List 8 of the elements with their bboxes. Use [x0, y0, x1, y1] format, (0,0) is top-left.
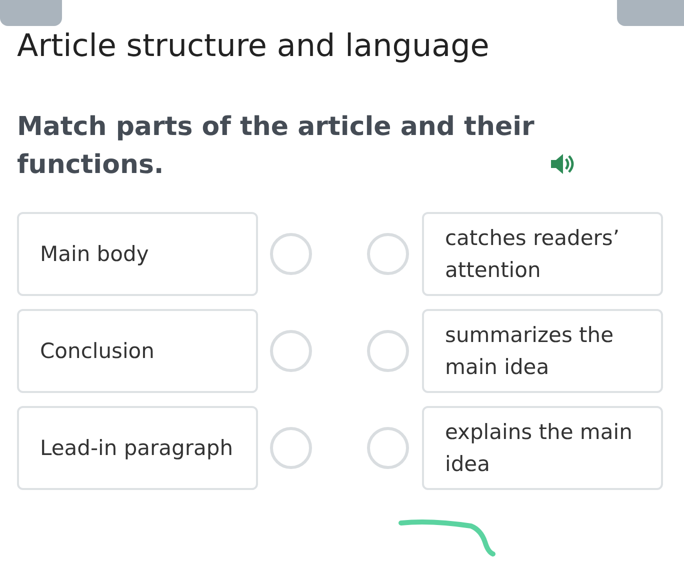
answer-card[interactable]: Lead-in paragraph [17, 406, 258, 490]
answer-card[interactable]: summarizes the main idea [422, 309, 663, 393]
question-text: Match parts of the article and their functions. [17, 111, 536, 182]
answer-card[interactable]: explains the main idea [422, 406, 663, 490]
answer-card[interactable]: Main body [17, 212, 258, 296]
answer-card[interactable]: catches readers’ attention [422, 212, 663, 296]
page-title: Article structure and language [17, 27, 490, 66]
answer-card[interactable]: Conclusion [17, 309, 258, 393]
